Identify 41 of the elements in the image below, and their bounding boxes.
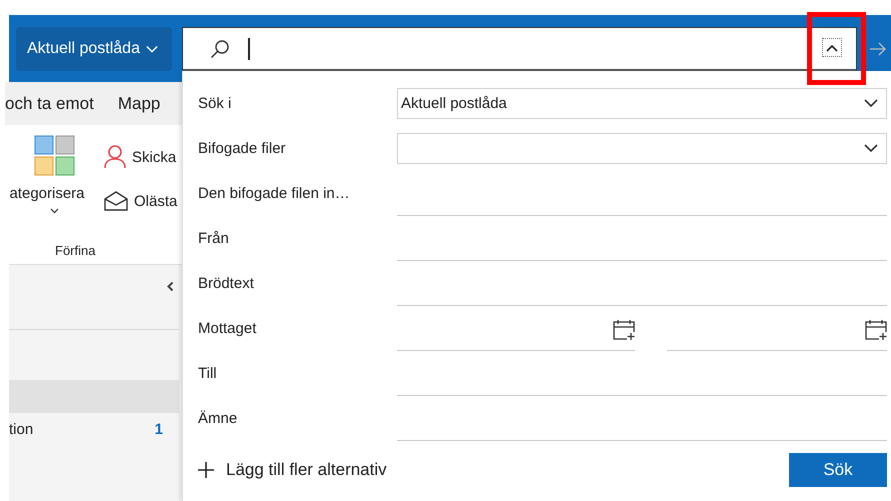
categories-icon	[34, 135, 74, 176]
field-label: Brödtext	[198, 275, 255, 292]
date-field[interactable]	[667, 318, 887, 350]
arrow-right-icon[interactable]	[869, 41, 887, 57]
calendar-icon[interactable]	[864, 318, 888, 340]
field-label: Ämne	[198, 410, 238, 427]
field-label: Sök i	[198, 95, 232, 112]
envelope-icon	[104, 191, 128, 211]
ribbon-tab[interactable]: och ta emot	[5, 94, 94, 114]
field-label: Mottaget	[198, 320, 258, 337]
field-label: Från	[198, 230, 230, 247]
scope-dropdown-button[interactable]: Aktuell postlåda	[16, 27, 172, 71]
add-options-button[interactable]: Lägg till fler alternativ	[198, 460, 387, 480]
chevron-down-icon	[864, 144, 878, 153]
chevron-down-icon	[146, 44, 158, 54]
folder-name: tion	[9, 421, 34, 438]
field-label: Den bifogade filen in…	[198, 185, 351, 202]
ribbon-command[interactable]: Olästa	[134, 192, 178, 210]
folder-item[interactable]: tion 1	[9, 413, 179, 446]
chevron-down-icon	[864, 99, 878, 108]
field-label: Bifogade filer	[198, 140, 287, 157]
ribbon-command[interactable]: Skicka	[132, 148, 176, 166]
unread-count: 1	[154, 421, 163, 438]
date-field[interactable]	[397, 318, 635, 350]
calendar-icon[interactable]	[612, 318, 636, 340]
person-icon	[104, 145, 126, 169]
search-icon	[210, 38, 230, 58]
chevron-down-icon	[50, 208, 58, 214]
collapse-left-icon[interactable]	[166, 281, 174, 292]
folder-item[interactable]	[9, 380, 179, 413]
plus-icon	[198, 462, 214, 478]
chevron-up-icon	[826, 44, 838, 52]
group-label: Förfina	[55, 243, 96, 258]
ribbon-tab[interactable]: Mapp	[118, 94, 160, 114]
dropdown-field[interactable]	[397, 133, 887, 164]
search-button[interactable]: Sök	[789, 453, 887, 487]
field-label: Till	[198, 365, 218, 382]
dropdown-field[interactable]: Aktuell postlåda	[397, 88, 887, 119]
collapse-button[interactable]	[822, 38, 842, 57]
search-field[interactable]	[182, 27, 857, 71]
ribbon-command[interactable]: ategorisera	[9, 185, 85, 202]
